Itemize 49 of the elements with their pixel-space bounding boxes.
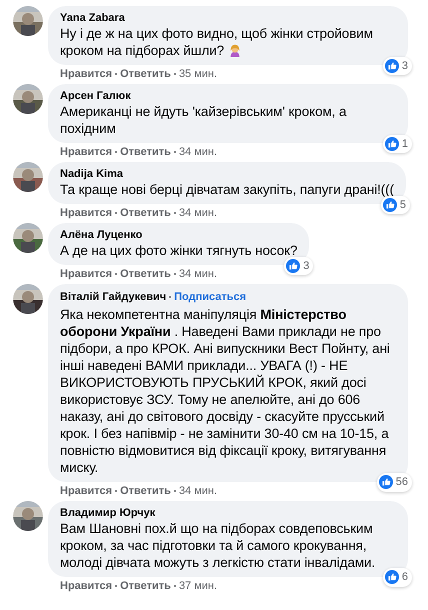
comment-text: Ну і де ж на цих фото видно, щоб жінки стройовим кроком на підборах йшли? [60, 25, 374, 59]
comment-text: Яка некомпетентна маніпуляція Міністерство оборони України . Наведені Вами приклади не про підбори, а про КРОК. Ані випускники Вест Пойнту, ані інші наведені ВАМИ приклади... УВАГА (!) - НЕ ВИКОРИСТОВУЮТЬ ПРУСЬКИЙ КРОК, який досі використовує ЗСУ. Тому не апелюйте, ані до 606 наказу, ані до світового досвіду - скасуйте прусський крок. І без напівмір - не замінити 30-40 см на 10-15, а повністю відмовитися від фіксації кроку, витягування миску. [60, 306, 391, 476]
reply-link[interactable]: Ответить [120, 145, 171, 159]
reaction-count[interactable]: 3 [382, 56, 412, 75]
like-link[interactable]: Нравится [60, 484, 112, 498]
comment-time[interactable]: 34 мин. [178, 145, 218, 159]
like-link[interactable]: Нравится [60, 267, 112, 281]
reaction-count[interactable]: 1 [382, 134, 412, 153]
comment-time[interactable]: 34 мин. [178, 484, 218, 498]
comment-time[interactable]: 37 мин. [178, 578, 218, 592]
reaction-number: 5 [400, 198, 406, 212]
comment-text: Та краще нові берці дівчатам закупіть, папуги драні!((( [60, 181, 394, 198]
reply-link[interactable]: Ответить [120, 267, 171, 281]
like-icon [384, 136, 399, 151]
reaction-number: 3 [402, 58, 408, 74]
author-name[interactable]: Nadija Kima [60, 167, 123, 181]
reaction-number: 6 [402, 570, 408, 585]
reply-link[interactable]: Ответить [120, 67, 171, 81]
comment-text: Вам Шановні пох.й що на підборах совдеповським кроком, за час підготовки та й самого крокування, молоді дівчата можуть з легкістю стати інвалідами. [60, 520, 376, 570]
author-name[interactable]: Владимир Юрчук [60, 506, 156, 520]
comment-time[interactable]: 34 мин. [178, 206, 218, 220]
comment-time[interactable]: 34 мин. [178, 267, 218, 281]
author-name[interactable]: Віталій Гайдукевич [60, 290, 166, 304]
author-name[interactable]: Yana Zabara [60, 11, 125, 25]
reply-link[interactable]: Ответить [120, 484, 171, 498]
like-link[interactable]: Нравится [60, 578, 112, 592]
like-link[interactable]: Нравится [60, 206, 112, 220]
comment-time[interactable]: 35 мин. [178, 67, 218, 81]
reply-link[interactable]: Ответить [120, 206, 171, 220]
like-icon [384, 570, 399, 584]
reaction-count[interactable]: 3 [284, 256, 314, 275]
reaction-number: 1 [402, 136, 408, 152]
reaction-count[interactable]: 5 [380, 196, 410, 214]
comment-text: А де на цих фото жінки тягнуть носок? [60, 242, 298, 259]
like-icon [382, 198, 397, 212]
comment-text: Американці не йдуть 'кайзерівським' кроком, а похідним [60, 103, 348, 137]
reaction-number: 3 [303, 258, 310, 274]
reaction-count[interactable]: 56 [376, 473, 412, 492]
like-icon [286, 258, 300, 273]
like-link[interactable]: Нравится [60, 145, 112, 159]
reaction-count[interactable]: 6 [382, 568, 412, 586]
like-icon [378, 475, 393, 490]
reaction-number: 56 [396, 475, 408, 490]
author-name[interactable]: Арсен Галюк [60, 89, 131, 103]
follow-link[interactable]: Подписаться [174, 289, 246, 306]
reply-link[interactable]: Ответить [120, 578, 171, 592]
like-icon [384, 58, 399, 73]
author-name[interactable]: Алёна Луценко [60, 228, 142, 242]
like-link[interactable]: Нравится [60, 67, 112, 81]
